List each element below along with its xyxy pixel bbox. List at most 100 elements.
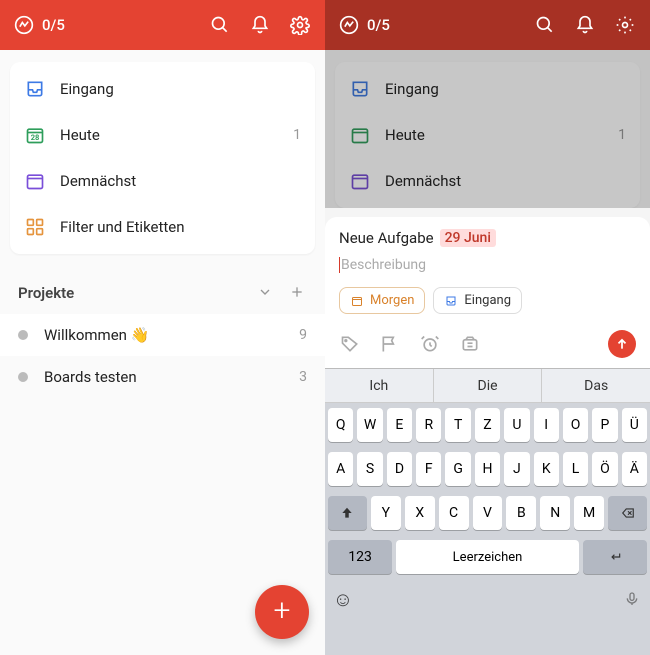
task-name-input[interactable]: Neue Aufgabe 29 Juni <box>339 229 636 247</box>
project-count: 9 <box>299 327 307 343</box>
add-task-fab[interactable]: + <box>255 585 309 639</box>
key-row: YXCVBNM <box>325 491 650 535</box>
nav-label: Filter und Etiketten <box>60 218 301 236</box>
keyboard-bottom: ☺ <box>325 579 650 619</box>
nav-card: Eingang 28 Heute 1 Demnächst Filter und <box>10 62 315 254</box>
key-d[interactable]: D <box>387 452 412 486</box>
key-r[interactable]: R <box>416 408 441 442</box>
inbox-icon <box>444 294 458 308</box>
chevron-down-icon[interactable] <box>257 284 275 302</box>
key-h[interactable]: H <box>475 452 500 486</box>
description-input[interactable]: Beschreibung <box>339 257 636 273</box>
productivity-icon <box>339 15 359 35</box>
left-pane: 0/5 Eingang 28 <box>0 0 325 655</box>
bell-icon <box>574 14 596 36</box>
task-count[interactable]: 0/5 <box>42 16 65 34</box>
search-icon[interactable] <box>209 14 231 36</box>
key-z[interactable]: Z <box>475 408 500 442</box>
parsed-date-chip[interactable]: 29 Juni <box>440 229 496 247</box>
suggestion[interactable]: Ich <box>325 369 434 402</box>
key-m[interactable]: M <box>574 496 604 530</box>
shift-key[interactable] <box>328 496 367 530</box>
key-l[interactable]: L <box>563 452 588 486</box>
project-count: 3 <box>299 369 307 385</box>
project-chip[interactable]: Eingang <box>433 287 522 314</box>
search-icon <box>534 14 556 36</box>
schedule-chip[interactable]: Morgen <box>339 287 425 314</box>
nav-label: Heute <box>60 126 293 144</box>
key-u[interactable]: U <box>504 408 529 442</box>
key-q[interactable]: Q <box>328 408 353 442</box>
today-icon: 28 <box>24 124 46 146</box>
projects-section[interactable]: Projekte <box>0 272 325 314</box>
reminder-icon[interactable] <box>419 333 441 355</box>
nav-inbox[interactable]: Eingang <box>10 66 315 112</box>
label-icon[interactable] <box>339 333 361 355</box>
spacebar-key[interactable]: Leerzeichen <box>396 540 579 574</box>
key-v[interactable]: V <box>473 496 503 530</box>
key-x[interactable]: X <box>405 496 435 530</box>
nav-content: Eingang 28 Heute 1 Demnächst Filter und <box>0 50 325 655</box>
key-w[interactable]: W <box>357 408 382 442</box>
key-row: 123 Leerzeichen <box>325 535 650 579</box>
keyboard: Ich Die Das QWERTZUIOPÜ ASDFGHJKLÖÄ YXCV… <box>325 368 650 655</box>
emoji-key[interactable]: ☺ <box>328 584 358 614</box>
key-b[interactable]: B <box>506 496 536 530</box>
project-dot-icon <box>18 330 28 340</box>
plus-icon[interactable] <box>289 284 307 302</box>
mic-key[interactable] <box>617 584 647 614</box>
key-p[interactable]: P <box>592 408 617 442</box>
flag-icon[interactable] <box>379 333 401 355</box>
inbox-icon <box>24 78 46 100</box>
key-o[interactable]: O <box>563 408 588 442</box>
key-n[interactable]: N <box>540 496 570 530</box>
suggestion[interactable]: Das <box>542 369 650 402</box>
header: 0/5 <box>325 0 650 50</box>
key-row: QWERTZUIOPÜ <box>325 403 650 447</box>
productivity-icon[interactable] <box>14 15 34 35</box>
key-i[interactable]: I <box>534 408 559 442</box>
return-key[interactable] <box>583 540 647 574</box>
section-title: Projekte <box>18 284 74 302</box>
right-pane: 0/5 Eingang Heute1 Demnächst Neue Aufgab… <box>325 0 650 655</box>
filters-icon <box>24 216 46 238</box>
upcoming-icon <box>24 170 46 192</box>
key-f[interactable]: F <box>416 452 441 486</box>
nav-filters[interactable]: Filter und Etiketten <box>10 204 315 250</box>
key-a[interactable]: A <box>328 452 353 486</box>
key-g[interactable]: G <box>445 452 470 486</box>
project-item[interactable]: Boards testen 3 <box>0 356 325 398</box>
description-placeholder: Beschreibung <box>341 257 426 273</box>
key-j[interactable]: J <box>504 452 529 486</box>
more-icon[interactable] <box>459 333 481 355</box>
calendar-icon <box>350 294 364 308</box>
backspace-key[interactable] <box>608 496 647 530</box>
nav-label: Demnächst <box>60 172 301 190</box>
project-item[interactable]: Willkommen 👋 9 <box>0 314 325 356</box>
key-e[interactable]: E <box>387 408 412 442</box>
key-k[interactable]: K <box>534 452 559 486</box>
submit-button[interactable] <box>608 330 636 358</box>
key-y[interactable]: Y <box>371 496 401 530</box>
project-dot-icon <box>18 372 28 382</box>
key-ö[interactable]: Ö <box>592 452 617 486</box>
svg-text:28: 28 <box>31 133 40 142</box>
key-c[interactable]: C <box>439 496 469 530</box>
chip-label: Morgen <box>370 293 414 308</box>
quick-add-panel: Neue Aufgabe 29 Juni Beschreibung Morgen… <box>325 217 650 655</box>
gear-icon[interactable] <box>289 14 311 36</box>
project-label: Boards testen <box>44 368 299 386</box>
numbers-key[interactable]: 123 <box>328 540 392 574</box>
nav-count: 1 <box>293 127 301 143</box>
nav-today[interactable]: 28 Heute 1 <box>10 112 315 158</box>
nav-upcoming[interactable]: Demnächst <box>10 158 315 204</box>
suggestion[interactable]: Die <box>434 369 543 402</box>
gear-icon <box>614 14 636 36</box>
bell-icon[interactable] <box>249 14 271 36</box>
suggestion-bar: Ich Die Das <box>325 369 650 403</box>
key-t[interactable]: T <box>445 408 470 442</box>
project-label: Willkommen 👋 <box>44 326 299 344</box>
key-ä[interactable]: Ä <box>622 452 647 486</box>
key-s[interactable]: S <box>357 452 382 486</box>
key-ü[interactable]: Ü <box>622 408 647 442</box>
